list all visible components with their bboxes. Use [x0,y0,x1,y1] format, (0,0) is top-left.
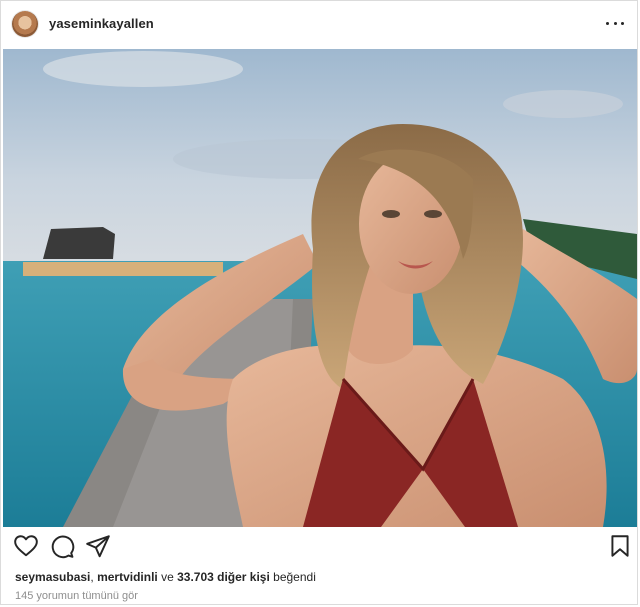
likes-count-link[interactable]: 33.703 diğer kişi [177,570,270,584]
heart-icon[interactable] [13,533,39,559]
bookmark-icon[interactable] [607,533,633,559]
avatar[interactable] [12,11,38,37]
username-link[interactable]: yaseminkayallen [49,16,154,31]
action-bar [1,533,637,561]
post-header: yaseminkayallen [1,1,637,48]
post-image[interactable] [3,49,637,527]
share-icon[interactable] [85,533,111,559]
comment-icon[interactable] [49,533,75,559]
likes-summary: seymasubasi, mertvidinli ve 33.703 diğer… [15,570,316,584]
likes-conjunction: ve [157,570,178,584]
liker-link-1[interactable]: seymasubasi [15,570,90,584]
post-card: yaseminkayallen seymasubasi, mertvidinli… [0,0,638,605]
view-all-comments-link[interactable]: 145 yorumun tümünü gör [15,590,138,602]
liker-link-2[interactable]: mertvidinli [97,570,158,584]
more-options-icon[interactable] [606,14,624,32]
likes-suffix: beğendi [269,570,316,584]
